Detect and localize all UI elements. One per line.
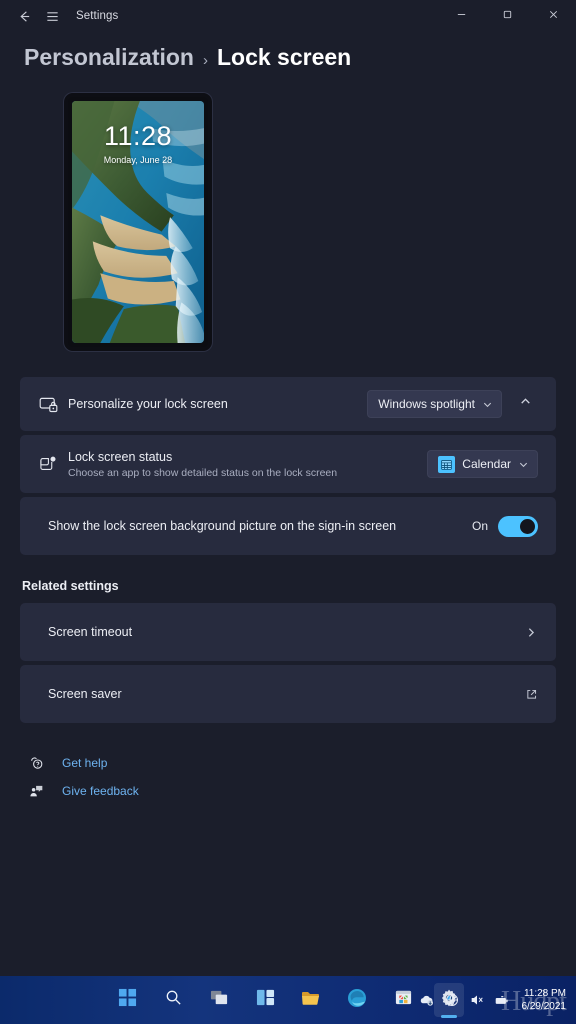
minimize-icon xyxy=(456,7,467,25)
breadcrumb: Personalization › Lock screen xyxy=(0,32,576,71)
task-view-icon xyxy=(210,988,229,1012)
related-settings-heading: Related settings xyxy=(22,579,119,593)
taskbar-item-file-explorer[interactable] xyxy=(296,983,326,1017)
chevron-right-icon xyxy=(525,626,538,639)
main-content: 11:28 Monday, June 28 Personalize your l… xyxy=(0,71,576,799)
close-button[interactable] xyxy=(530,0,576,32)
status-app-dropdown[interactable]: Calendar xyxy=(427,450,538,478)
screen-saver-row[interactable]: Screen saver xyxy=(20,665,556,723)
window-controls xyxy=(438,0,576,32)
screen-timeout-label: Screen timeout xyxy=(48,624,133,639)
breadcrumb-separator: › xyxy=(202,52,208,69)
chevron-up-icon xyxy=(397,991,410,1009)
back-arrow-icon xyxy=(17,9,32,24)
help-links: Get help Give feedback xyxy=(28,755,556,799)
page-title: Lock screen xyxy=(216,44,352,70)
get-help-link[interactable]: Get help xyxy=(28,755,556,771)
clock-date: 6/29/2021 xyxy=(521,1001,567,1012)
lock-screen-icon xyxy=(38,394,68,415)
personalize-expander-button[interactable] xyxy=(512,391,538,417)
widgets-icon xyxy=(256,988,275,1012)
minimize-button[interactable] xyxy=(438,0,484,32)
status-controls: Calendar xyxy=(427,450,538,478)
edge-icon xyxy=(347,988,367,1013)
app-title: Settings xyxy=(76,10,119,22)
battery-tray-icon[interactable] xyxy=(494,992,511,1009)
toggle-knob xyxy=(520,518,535,534)
signin-controls: On xyxy=(471,515,538,537)
hamburger-menu-icon xyxy=(45,9,60,24)
preview-clock: 11:28 xyxy=(103,121,173,151)
screen-saver-texts: Screen saver xyxy=(38,686,525,703)
search-icon xyxy=(164,988,183,1012)
signin-texts: Show the lock screen background picture … xyxy=(38,518,472,535)
back-button[interactable] xyxy=(10,2,38,30)
clock-time: 11:28 PM xyxy=(523,987,566,999)
taskbar: 11:28 PM 6/29/2021 Hudpt xyxy=(0,976,576,1024)
signin-toggle-label: On xyxy=(471,519,488,533)
give-feedback-label: Give feedback xyxy=(62,784,139,798)
give-feedback-link[interactable]: Give feedback xyxy=(28,783,556,799)
taskbar-item-task-view[interactable] xyxy=(204,983,234,1017)
personalize-controls: Windows spotlight xyxy=(367,390,538,418)
lock-screen-status-row[interactable]: Lock screen status Choose an app to show… xyxy=(20,435,556,493)
device-frame: 11:28 Monday, June 28 xyxy=(64,93,212,351)
network-tray-icon[interactable] xyxy=(444,992,460,1008)
calendar-icon xyxy=(438,455,456,473)
signin-title: Show the lock screen background picture … xyxy=(48,518,397,533)
screen-timeout-texts: Screen timeout xyxy=(38,624,525,641)
personalize-texts: Personalize your lock screen xyxy=(68,396,367,413)
close-icon xyxy=(548,7,559,25)
personalize-source-dropdown[interactable]: Windows spotlight xyxy=(367,390,502,418)
taskbar-item-start[interactable] xyxy=(112,983,142,1017)
taskbar-item-search[interactable] xyxy=(158,983,188,1017)
signin-picture-row[interactable]: Show the lock screen background picture … xyxy=(20,497,556,555)
settings-cards: Personalize your lock screen Windows spo… xyxy=(20,377,556,555)
maximize-icon xyxy=(502,7,513,25)
signin-toggle-switch[interactable] xyxy=(498,515,538,537)
chevron-up-icon xyxy=(519,395,532,413)
breadcrumb-parent[interactable]: Personalization xyxy=(24,44,194,71)
personalize-source-value: Windows spotlight xyxy=(378,397,475,411)
screen-saver-label: Screen saver xyxy=(48,686,122,701)
screen-timeout-row[interactable]: Screen timeout xyxy=(20,603,556,661)
question-help-icon xyxy=(28,755,46,771)
personalize-title: Personalize your lock screen xyxy=(68,396,228,411)
chevron-down-icon xyxy=(518,459,529,470)
taskbar-clock[interactable]: 11:28 PM 6/29/2021 xyxy=(522,987,567,1014)
lock-screen-preview[interactable]: 11:28 Monday, June 28 xyxy=(72,101,204,343)
status-badge-icon xyxy=(38,454,68,474)
volume-tray-icon[interactable] xyxy=(469,992,485,1008)
maximize-button[interactable] xyxy=(484,0,530,32)
lock-screen-preview-area: 11:28 Monday, June 28 xyxy=(20,71,556,351)
status-app-value: Calendar xyxy=(462,457,511,471)
chevron-down-icon xyxy=(482,399,493,410)
status-title: Lock screen status xyxy=(68,450,173,465)
personalize-lock-screen-row[interactable]: Personalize your lock screen Windows spo… xyxy=(20,377,556,431)
title-bar: Settings xyxy=(0,0,576,32)
hamburger-menu-button[interactable] xyxy=(38,2,66,30)
onedrive-tray-icon[interactable] xyxy=(419,992,435,1008)
related-settings-cards: Screen timeout Screen saver xyxy=(20,603,556,723)
windows-start-icon xyxy=(118,988,137,1012)
preview-date: Monday, June 28 xyxy=(103,155,173,165)
get-help-label: Get help xyxy=(62,756,108,770)
file-explorer-icon xyxy=(301,988,321,1013)
feedback-icon xyxy=(28,783,46,799)
external-link-icon xyxy=(525,688,538,701)
taskbar-item-widgets[interactable] xyxy=(250,983,280,1017)
taskbar-item-edge[interactable] xyxy=(342,983,372,1017)
tray-overflow-button[interactable] xyxy=(397,991,410,1009)
status-subtitle: Choose an app to show detailed status on… xyxy=(68,466,338,479)
status-texts: Lock screen status Choose an app to show… xyxy=(68,449,427,479)
system-tray: 11:28 PM 6/29/2021 xyxy=(397,976,571,1024)
